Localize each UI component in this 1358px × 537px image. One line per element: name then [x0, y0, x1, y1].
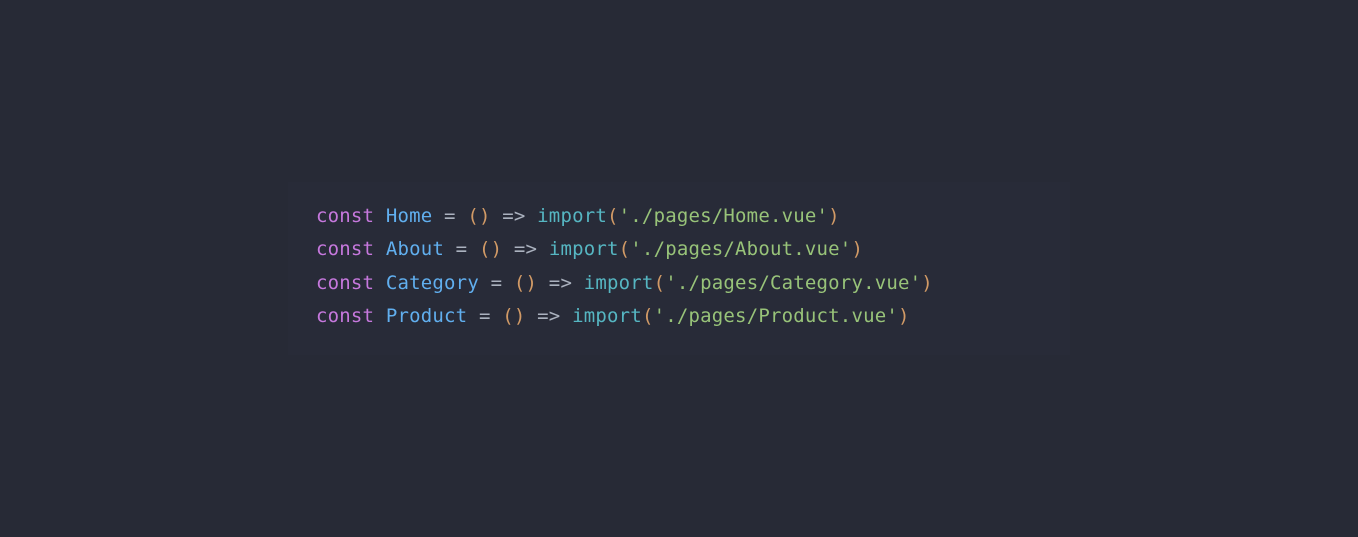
paren-open: (	[514, 272, 526, 294]
paren-open: (	[619, 238, 631, 260]
string-literal: './pages/Product.vue'	[654, 305, 898, 327]
code-line: const Category = () => import('./pages/C…	[316, 267, 1042, 300]
paren-close: )	[479, 205, 491, 227]
paren-close: )	[526, 272, 538, 294]
paren-close: )	[491, 238, 503, 260]
paren-open: (	[654, 272, 666, 294]
space	[374, 272, 386, 294]
space	[374, 205, 386, 227]
identifier: Product	[386, 305, 467, 327]
arrow: =>	[537, 272, 584, 294]
code-line: const Product = () => import('./pages/Pr…	[316, 300, 1042, 333]
import-call: import	[584, 272, 654, 294]
identifier: Category	[386, 272, 479, 294]
assign: =	[444, 238, 479, 260]
paren-close: )	[828, 205, 840, 227]
string-literal: './pages/Category.vue'	[665, 272, 921, 294]
string-literal: './pages/About.vue'	[630, 238, 851, 260]
arrow: =>	[491, 205, 538, 227]
paren-open: (	[642, 305, 654, 327]
import-call: import	[537, 205, 607, 227]
assign: =	[467, 305, 502, 327]
keyword-const: const	[316, 272, 374, 294]
code-line: const Home = () => import('./pages/Home.…	[316, 200, 1042, 233]
identifier: Home	[386, 205, 433, 227]
keyword-const: const	[316, 238, 374, 260]
paren-close: )	[851, 238, 863, 260]
string-literal: './pages/Home.vue'	[619, 205, 829, 227]
paren-close: )	[921, 272, 933, 294]
assign: =	[432, 205, 467, 227]
identifier: About	[386, 238, 444, 260]
arrow: =>	[526, 305, 573, 327]
keyword-const: const	[316, 305, 374, 327]
keyword-const: const	[316, 205, 374, 227]
viewport: const Home = () => import('./pages/Home.…	[0, 0, 1358, 537]
paren-open: (	[479, 238, 491, 260]
assign: =	[479, 272, 514, 294]
paren-open: (	[502, 305, 514, 327]
paren-open: (	[607, 205, 619, 227]
space	[374, 238, 386, 260]
import-call: import	[572, 305, 642, 327]
code-line: const About = () => import('./pages/Abou…	[316, 233, 1042, 266]
space	[374, 305, 386, 327]
paren-open: (	[467, 205, 479, 227]
code-panel: const Home = () => import('./pages/Home.…	[288, 182, 1070, 356]
import-call: import	[549, 238, 619, 260]
arrow: =>	[502, 238, 549, 260]
paren-close: )	[514, 305, 526, 327]
paren-close: )	[898, 305, 910, 327]
